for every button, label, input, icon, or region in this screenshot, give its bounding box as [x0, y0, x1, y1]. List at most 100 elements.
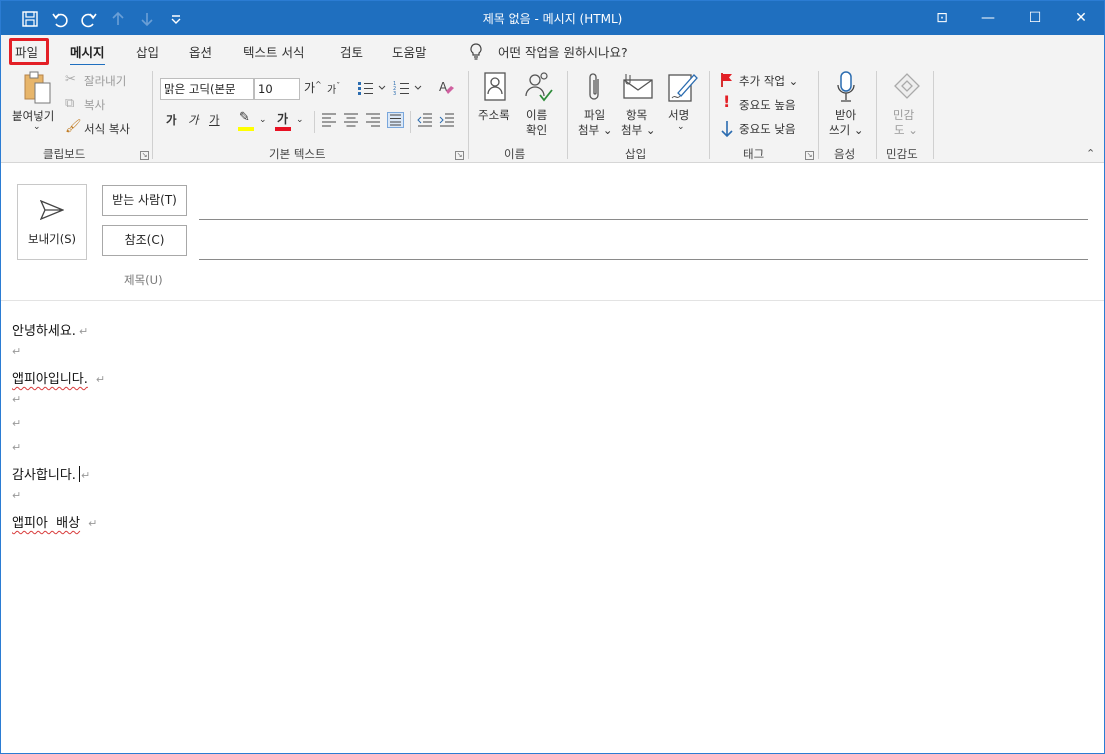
numbering-button[interactable]: 123	[393, 80, 423, 96]
spellcheck-word: 앱피아입니다.	[12, 372, 88, 387]
decrease-indent-icon[interactable]	[417, 113, 433, 127]
copy-label: 복사	[84, 98, 106, 112]
grow-font-icon: 가	[304, 81, 316, 95]
group-label-voice: 음성	[834, 147, 856, 161]
align-right-icon[interactable]	[365, 113, 381, 127]
bold-button[interactable]: 가	[166, 112, 177, 128]
group-label-sensitivity: 민감도	[886, 147, 918, 161]
clear-formatting-icon[interactable]: A	[438, 78, 456, 96]
sensitivity-icon	[894, 73, 920, 99]
align-left-icon[interactable]	[321, 113, 337, 127]
tab-format-text[interactable]: 텍스트 서식	[243, 42, 304, 61]
tab-message[interactable]: 메시지	[70, 42, 105, 67]
paste-icon	[24, 71, 51, 104]
file-tab-highlight	[9, 38, 49, 65]
group-label-insert: 삽입	[625, 147, 647, 161]
body-line: 안녕하세요. ↵	[12, 324, 89, 339]
font-color-swatch	[275, 127, 291, 131]
lightbulb-icon	[470, 43, 482, 60]
body-line: ↵	[12, 489, 22, 502]
dictate-label-2: 쓰기 ⌄	[829, 123, 864, 137]
underline-button[interactable]: 가	[209, 112, 220, 128]
to-button[interactable]: 받는 사람(T)	[102, 185, 187, 216]
to-field[interactable]	[199, 219, 1088, 220]
maximize-button[interactable]: ☐	[1012, 1, 1058, 35]
basic-text-dialog-launcher-icon[interactable]: ↘	[455, 151, 464, 160]
separator	[410, 111, 411, 133]
send-icon	[40, 200, 64, 220]
sensitivity-label-2: 도 ⌄	[894, 123, 918, 137]
separator	[818, 71, 819, 159]
attach-item-icon	[623, 74, 653, 99]
microphone-icon	[837, 71, 855, 102]
cut-label: 잘라내기	[84, 74, 127, 88]
attach-file-label-1: 파일	[584, 108, 606, 122]
tab-help[interactable]: 도움말	[392, 42, 427, 61]
tags-dialog-launcher-icon[interactable]: ↘	[805, 151, 814, 160]
font-name-value: 맑은 고딕(본문	[164, 82, 236, 96]
font-color-dropdown-icon: ⌄	[296, 115, 304, 125]
separator	[314, 111, 315, 133]
ribbon: 붙여넣기 ⌄ ✂ 잘라내기 ⧉ 복사 🖌 서식 복사 클립보드 ↘ 맑은 고딕(…	[1, 65, 1104, 163]
close-button[interactable]: ✕	[1058, 1, 1104, 35]
separator	[567, 71, 568, 159]
tab-options[interactable]: 옵션	[189, 42, 212, 61]
align-center-icon[interactable]	[343, 113, 359, 127]
title-bar: 제목 없음 - 메시지 (HTML) ⊡ — ☐ ✕	[1, 1, 1104, 35]
sensitivity-label-1: 민감	[893, 108, 915, 122]
group-label-tags: 태그	[743, 147, 765, 161]
italic-icon: 가	[188, 113, 199, 127]
signature-dropdown-icon: ⌄	[677, 122, 685, 132]
cc-button[interactable]: 참조(C)	[102, 225, 187, 256]
low-importance-icon	[721, 121, 733, 138]
ribbon-display-options-button[interactable]: ⊡	[919, 1, 965, 35]
maximize-icon: ☐	[1028, 10, 1042, 26]
send-button[interactable]: 보내기(S)	[17, 184, 87, 260]
increase-indent-icon[interactable]	[439, 113, 455, 127]
message-body-editor[interactable]: 안녕하세요. ↵ ↵ 앱피아입니다. ↵ ↵ ↵ ↵ 감사합니다. ↵ ↵ 앱피아 배…	[1, 301, 1104, 753]
justify-icon[interactable]	[387, 112, 404, 128]
separator	[876, 71, 877, 159]
body-line: 앱피아입니다. ↵	[12, 372, 106, 387]
ribbon-display-icon: ⊡	[936, 10, 948, 26]
signature-text: 앱피아 배상	[12, 516, 81, 531]
italic-button[interactable]: 가	[188, 112, 199, 128]
subject-field[interactable]	[199, 268, 1088, 292]
separator	[933, 71, 934, 159]
collapse-ribbon-icon[interactable]: ⌃	[1086, 147, 1095, 160]
close-icon: ✕	[1075, 10, 1087, 26]
ribbon-tabs: 파일 메시지 삽입 옵션 텍스트 서식 검토 도움말 어떤 작업을 원하시나요?	[1, 35, 1104, 67]
signature-icon	[668, 74, 698, 102]
font-size-value: 10	[258, 82, 273, 96]
address-book-label: 주소록	[478, 108, 510, 122]
flag-icon	[721, 73, 732, 87]
font-name-combobox[interactable]: 맑은 고딕(본문	[160, 78, 254, 100]
scissors-icon: ✂	[65, 72, 76, 87]
clipboard-dialog-launcher-icon[interactable]: ↘	[140, 151, 149, 160]
shrink-font-button[interactable]: 가ˇ	[327, 81, 340, 96]
paste-dropdown-icon: ⌄	[33, 122, 41, 132]
attach-item-label-1: 항목	[626, 108, 648, 122]
font-size-combobox[interactable]: 10	[254, 78, 300, 100]
body-line: ↵	[12, 345, 22, 358]
attach-file-label-2: 첨부 ⌄	[578, 123, 613, 137]
group-label-basic-text: 기본 텍스트	[269, 147, 326, 161]
bullets-button[interactable]	[357, 80, 387, 96]
body-line: 앱피아 배상 ↵	[12, 516, 98, 531]
font-color-icon: 가	[277, 112, 289, 126]
highlight-color-swatch	[238, 127, 254, 131]
bold-icon: 가	[166, 113, 177, 127]
text-cursor	[78, 466, 80, 482]
body-line: ↵	[12, 393, 22, 406]
cc-field[interactable]	[199, 259, 1088, 260]
body-line: ↵	[12, 417, 22, 430]
check-names-label-1: 이름	[526, 108, 548, 122]
grow-font-button[interactable]: 가^	[304, 79, 322, 96]
minimize-button[interactable]: —	[965, 1, 1011, 35]
check-names-label-2: 확인	[526, 123, 548, 137]
tell-me-search[interactable]: 어떤 작업을 원하시나요?	[498, 42, 628, 61]
tab-review[interactable]: 검토	[340, 42, 363, 61]
high-importance-label: 중요도 높음	[739, 98, 796, 112]
svg-text:3: 3	[393, 91, 396, 96]
tab-insert[interactable]: 삽입	[136, 42, 159, 61]
